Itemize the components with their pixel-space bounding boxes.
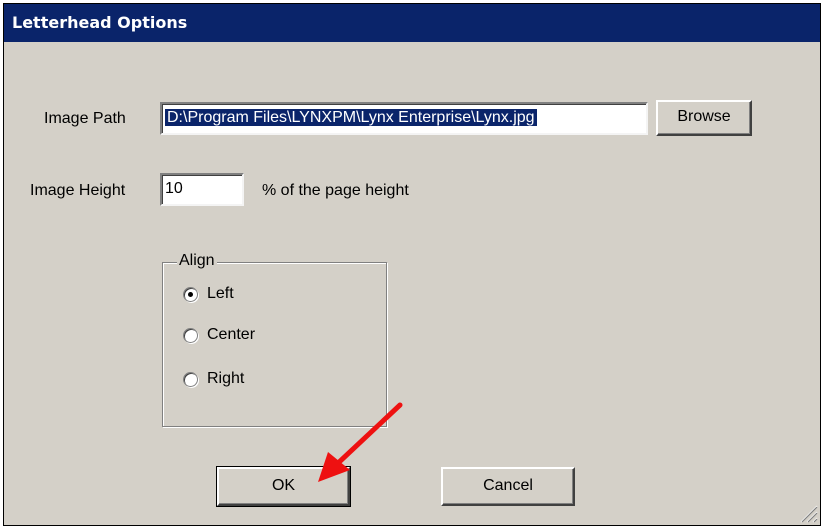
align-groupbox: Align Left Center Right [162,252,387,427]
image-height-input[interactable]: 10 [160,173,244,206]
cancel-button[interactable]: Cancel [441,467,575,506]
radio-unchecked-icon [183,327,198,343]
align-center-label: Center [207,326,256,343]
resize-grip-icon[interactable] [798,503,818,523]
image-height-label: Image Height [30,182,126,199]
align-left-label: Left [207,285,234,302]
ok-button[interactable]: OK [216,466,351,507]
image-path-input[interactable]: D:\Program Files\LYNXPM\Lynx Enterprise\… [160,102,648,135]
align-right-label: Right [207,370,245,387]
radio-checked-icon [183,286,198,302]
radio-unchecked-icon [183,371,198,387]
letterhead-options-dialog: Letterhead Options Image Path D:\Program… [3,3,821,526]
image-path-value: D:\Program Files\LYNXPM\Lynx Enterprise\… [164,108,538,127]
align-center-radio[interactable]: Center [183,324,255,346]
browse-button[interactable]: Browse [656,100,752,136]
align-left-radio[interactable]: Left [183,283,234,305]
image-height-suffix: % of the page height [262,182,409,199]
align-legend: Align [177,252,217,270]
dialog-title: Letterhead Options [4,4,820,42]
image-path-label: Image Path [44,110,126,127]
align-right-radio[interactable]: Right [183,368,244,390]
